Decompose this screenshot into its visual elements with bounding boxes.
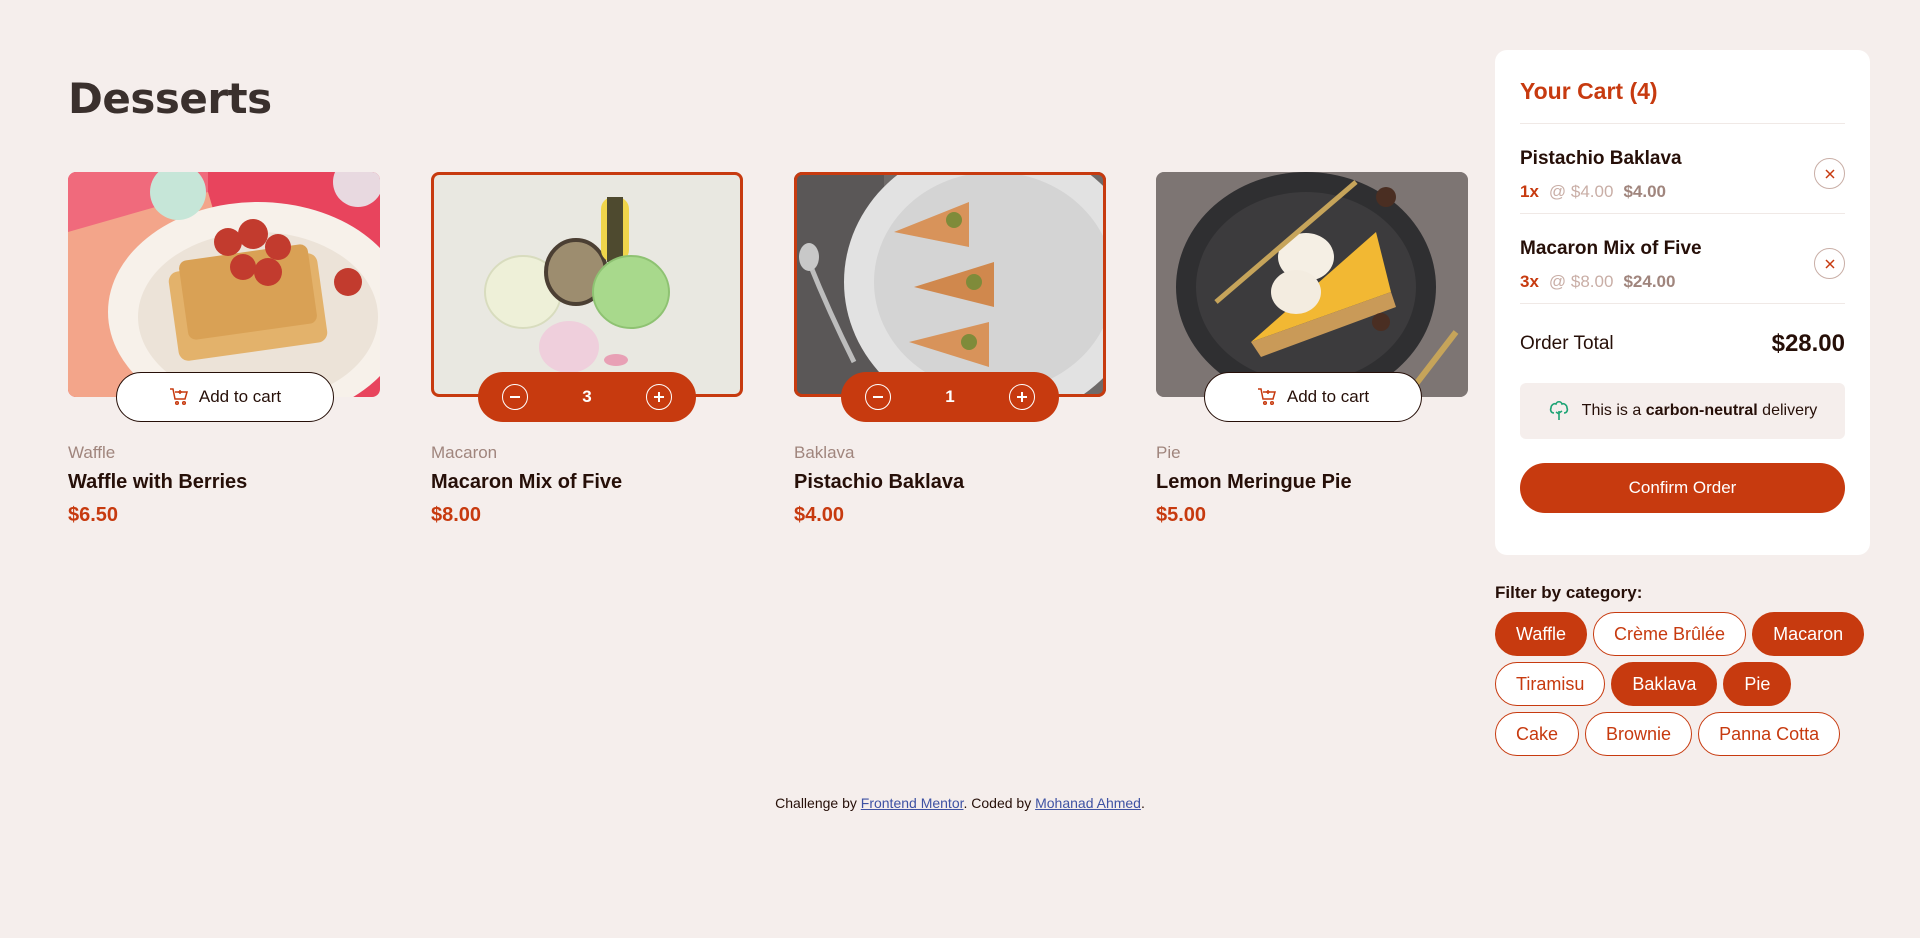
confirm-order-button[interactable]: Confirm Order	[1520, 463, 1845, 513]
minus-icon	[873, 396, 883, 398]
chip-brownie[interactable]: Brownie	[1585, 712, 1693, 756]
close-icon	[1824, 168, 1835, 179]
filter-chips: Waffle Crème Brûlée Macaron Tiramisu Bak…	[1495, 612, 1875, 756]
cart-item-unit-price: @ $4.00	[1548, 182, 1614, 201]
product-price: $8.00	[431, 504, 482, 526]
product-price: $6.50	[68, 504, 119, 526]
order-total-label: Order Total	[1520, 333, 1614, 354]
cart-item-qty: 1x	[1520, 182, 1539, 201]
carbon-text-pre: This is a	[1581, 402, 1642, 419]
chip-panna-cotta[interactable]: Panna Cotta	[1698, 712, 1841, 756]
product-price: $4.00	[794, 504, 845, 526]
frontend-mentor-link[interactable]: Frontend Mentor	[861, 795, 964, 811]
quantity-stepper: 1	[841, 372, 1059, 422]
product-category: Waffle	[68, 443, 116, 462]
quantity-stepper: 3	[478, 372, 696, 422]
cart-panel: Your Cart (4) Pistachio Baklava 1x @ $4.…	[1495, 50, 1870, 555]
cart-item-unit-price: @ $8.00	[1548, 272, 1614, 291]
remove-item-button[interactable]	[1814, 248, 1845, 279]
cart-item-qty: 3x	[1520, 272, 1539, 291]
chip-baklava[interactable]: Baklava	[1611, 662, 1718, 706]
chip-pie[interactable]: Pie	[1723, 662, 1792, 706]
cart-title: Your Cart (4)	[1520, 78, 1845, 124]
footer-attribution: Challenge by Frontend Mentor. Coded by M…	[0, 795, 1920, 811]
carbon-neutral-note: This is a carbon-neutral delivery	[1520, 383, 1845, 439]
chip-creme-brulee[interactable]: Crème Brûlée	[1593, 612, 1747, 656]
order-total: Order Total $28.00	[1520, 330, 1845, 358]
product-image-baklava	[794, 172, 1106, 397]
product-name: Pistachio Baklava	[794, 471, 965, 493]
decrement-button[interactable]	[502, 384, 528, 410]
cart-plus-icon	[169, 388, 188, 406]
chip-tiramisu[interactable]: Tiramisu	[1495, 662, 1606, 706]
product-category: Baklava	[794, 443, 855, 462]
chip-cake[interactable]: Cake	[1495, 712, 1580, 756]
cart-item-name: Macaron Mix of Five	[1520, 238, 1702, 259]
product-name: Lemon Meringue Pie	[1156, 471, 1352, 493]
quantity-value: 3	[582, 387, 592, 406]
add-to-cart-button[interactable]: Add to cart	[116, 372, 334, 422]
footer-pre: Challenge by	[775, 795, 857, 811]
product-category: Pie	[1156, 443, 1181, 462]
add-to-cart-button[interactable]: Add to cart	[1204, 372, 1422, 422]
chip-waffle[interactable]: Waffle	[1495, 612, 1588, 656]
product-name: Waffle with Berries	[68, 471, 248, 493]
increment-button[interactable]	[1009, 384, 1035, 410]
footer-mid: . Coded by	[963, 795, 1032, 811]
page-title: Desserts	[68, 74, 272, 123]
close-icon	[1824, 258, 1835, 269]
decrement-button[interactable]	[865, 384, 891, 410]
plus-icon	[654, 392, 664, 402]
increment-button[interactable]	[646, 384, 672, 410]
plus-icon	[1017, 392, 1027, 402]
product-card-macaron: 3 Macaron Macaron Mix of Five $8.00	[431, 172, 743, 527]
category-filter: Filter by category: Waffle Crème Brûlée …	[1495, 583, 1895, 756]
product-card-baklava: 1 Baklava Pistachio Baklava $4.00	[794, 172, 1106, 527]
order-total-value: $28.00	[1771, 330, 1845, 357]
carbon-text-post: delivery	[1762, 402, 1818, 419]
carbon-text-bold: carbon-neutral	[1645, 402, 1758, 419]
product-image-pie	[1156, 172, 1468, 397]
tree-icon	[1549, 400, 1568, 420]
product-price: $5.00	[1156, 504, 1207, 526]
minus-icon	[510, 396, 520, 398]
product-category: Macaron	[431, 443, 498, 462]
footer-post: .	[1140, 795, 1145, 811]
author-link[interactable]: Mohanad Ahmed	[1035, 795, 1141, 811]
product-card-waffle: Add to cart Waffle Waffle with Berries $…	[68, 172, 380, 527]
cart-item-name: Pistachio Baklava	[1520, 148, 1682, 169]
add-to-cart-label: Add to cart	[198, 387, 282, 406]
cart-plus-icon	[1257, 388, 1276, 406]
cart-item: Pistachio Baklava 1x @ $4.00 $4.00	[1520, 124, 1845, 214]
add-to-cart-label: Add to cart	[1286, 387, 1370, 406]
filter-title: Filter by category:	[1495, 583, 1643, 602]
product-image-waffle	[68, 172, 380, 397]
product-name: Macaron Mix of Five	[431, 471, 623, 493]
chip-macaron[interactable]: Macaron	[1752, 612, 1865, 656]
cart-item: Macaron Mix of Five 3x @ $8.00 $24.00	[1520, 214, 1845, 304]
remove-item-button[interactable]	[1814, 158, 1845, 189]
cart-item-subtotal: $4.00	[1623, 182, 1666, 201]
product-card-pie: Add to cart Pie Lemon Meringue Pie $5.00	[1156, 172, 1468, 527]
product-image-macaron	[431, 172, 743, 397]
cart-item-subtotal: $24.00	[1623, 272, 1676, 291]
quantity-value: 1	[945, 387, 955, 406]
